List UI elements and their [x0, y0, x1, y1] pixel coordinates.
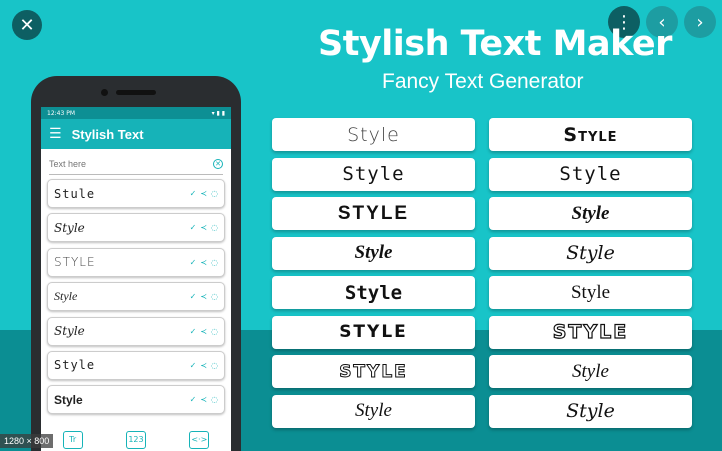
whatsapp-icon[interactable]: ◌ [211, 327, 218, 336]
share-icon[interactable]: ≺ [200, 189, 207, 198]
app-bar: ☰ Stylish Text [41, 119, 231, 149]
list-item[interactable]: Style ✓ ≺ ◌ [47, 282, 225, 312]
share-icon[interactable]: ≺ [200, 292, 207, 301]
status-time: 12:43 PM [47, 109, 75, 117]
whatsapp-icon[interactable]: ◌ [211, 258, 218, 267]
copy-icon[interactable]: ✓ [190, 189, 197, 198]
app-title: Stylish Text [71, 126, 144, 142]
list-item[interactable]: STYLE ✓ ≺ ◌ [47, 247, 225, 277]
copy-icon[interactable]: ✓ [190, 395, 197, 404]
style-option[interactable]: Style [489, 236, 692, 270]
list-item[interactable]: Stule ✓ ≺ ◌ [47, 179, 225, 208]
list-item-text: Style [54, 324, 85, 339]
list-item[interactable]: Style ✓ ≺ ◌ [47, 385, 225, 415]
chevron-right-icon: › [696, 11, 704, 33]
whatsapp-icon[interactable]: ◌ [211, 395, 218, 404]
copy-icon[interactable]: ✓ [190, 258, 197, 267]
phone-screen: 12:43 PM ▾ ▮ ▮ ☰ Stylish Text ✕ Stule ✓≺… [41, 107, 231, 451]
phone-mockup: 12:43 PM ▾ ▮ ▮ ☰ Stylish Text ✕ Stule ✓≺… [31, 76, 241, 451]
phone-camera [101, 89, 108, 96]
share-icon[interactable]: ≺ [200, 361, 207, 370]
share-icon[interactable]: ≺ [200, 327, 207, 336]
phone-speaker [116, 90, 156, 95]
next-button[interactable]: › [684, 6, 716, 38]
list-item-text: Style [54, 289, 78, 304]
close-button[interactable]: ✕ [12, 10, 42, 40]
status-bar: 12:43 PM ▾ ▮ ▮ [41, 107, 231, 119]
card-actions: ✓ ≺ ◌ [190, 395, 218, 404]
list-item-text: Style [54, 220, 85, 235]
style-option[interactable]: Style [489, 394, 692, 428]
whatsapp-icon[interactable]: ◌ [211, 189, 218, 198]
share-icon[interactable]: ≺ [200, 395, 207, 404]
whatsapp-icon[interactable]: ◌ [211, 292, 218, 301]
whatsapp-icon[interactable]: ◌ [211, 361, 218, 370]
style-option[interactable]: Style [272, 157, 475, 191]
card-actions: ✓ ≺ ◌ [190, 189, 218, 198]
style-option[interactable]: Style [489, 197, 692, 230]
style-option[interactable]: STYLE [272, 315, 475, 349]
card-actions: ✓ ≺ ◌ [190, 327, 218, 336]
style-option[interactable]: Style [272, 276, 475, 309]
list-item-text: Stule [54, 186, 96, 201]
status-icons: ▾ ▮ ▮ [211, 109, 225, 117]
whatsapp-icon[interactable]: ◌ [211, 223, 218, 232]
copy-icon[interactable]: ✓ [190, 327, 197, 336]
card-actions: ✓ ≺ ◌ [190, 223, 218, 232]
text-input[interactable] [49, 158, 189, 169]
card-actions: ✓ ≺ ◌ [190, 258, 218, 267]
close-icon: ✕ [19, 14, 35, 36]
hamburger-menu-icon[interactable]: ☰ [49, 126, 62, 142]
list-item[interactable]: Style ✓ ≺ ◌ [47, 213, 225, 243]
style-option[interactable]: Style [489, 157, 692, 191]
style-option[interactable]: Style [272, 394, 475, 428]
style-option[interactable]: Style [489, 118, 692, 151]
numbers-button[interactable]: 123 [125, 430, 146, 449]
style-option[interactable]: Style [272, 236, 475, 270]
list-item-text: STYLE [54, 255, 96, 270]
text-style-button[interactable]: Tr [62, 430, 83, 449]
clear-icon[interactable]: ✕ [213, 158, 223, 169]
phone-style-list: Stule ✓ ≺ ◌ Style ✓ ≺ ◌ STYLE ✓ ≺ ◌ Style ✓ ≺ ◌ … [41, 179, 231, 415]
list-item[interactable]: Style ✓ ≺ ◌ [47, 316, 225, 346]
style-option[interactable]: STYLE [489, 315, 692, 349]
card-actions: ✓ ≺ ◌ [190, 292, 218, 301]
list-item-text: Style [54, 392, 83, 407]
hero-subtitle: Fancy Text Generator [382, 70, 584, 93]
style-option[interactable]: Style [489, 355, 692, 388]
phone-bottom-bar: Tr 123 <·> [41, 425, 231, 451]
share-icon[interactable]: ≺ [200, 223, 207, 232]
text-input-row: ✕ [49, 153, 223, 175]
list-item[interactable]: Style ✓ ≺ ◌ [47, 350, 225, 380]
list-item-text: Style [54, 358, 96, 373]
share-icon[interactable]: ≺ [200, 258, 207, 267]
style-option[interactable]: Style [489, 276, 692, 309]
copy-icon[interactable]: ✓ [190, 223, 197, 232]
style-option[interactable]: Style [272, 118, 475, 151]
style-option[interactable]: STYLE [272, 197, 475, 230]
copy-icon[interactable]: ✓ [190, 292, 197, 301]
style-grid: Style Style Style Style STYLE Style Styl… [272, 118, 692, 428]
code-button[interactable]: <·> [189, 430, 210, 449]
copy-icon[interactable]: ✓ [190, 361, 197, 370]
style-option[interactable]: STYLE [272, 355, 475, 388]
image-size-badge: 1280 × 800 [0, 434, 54, 448]
hero-title: Stylish Text Maker [318, 24, 672, 64]
card-actions: ✓ ≺ ◌ [190, 361, 218, 370]
